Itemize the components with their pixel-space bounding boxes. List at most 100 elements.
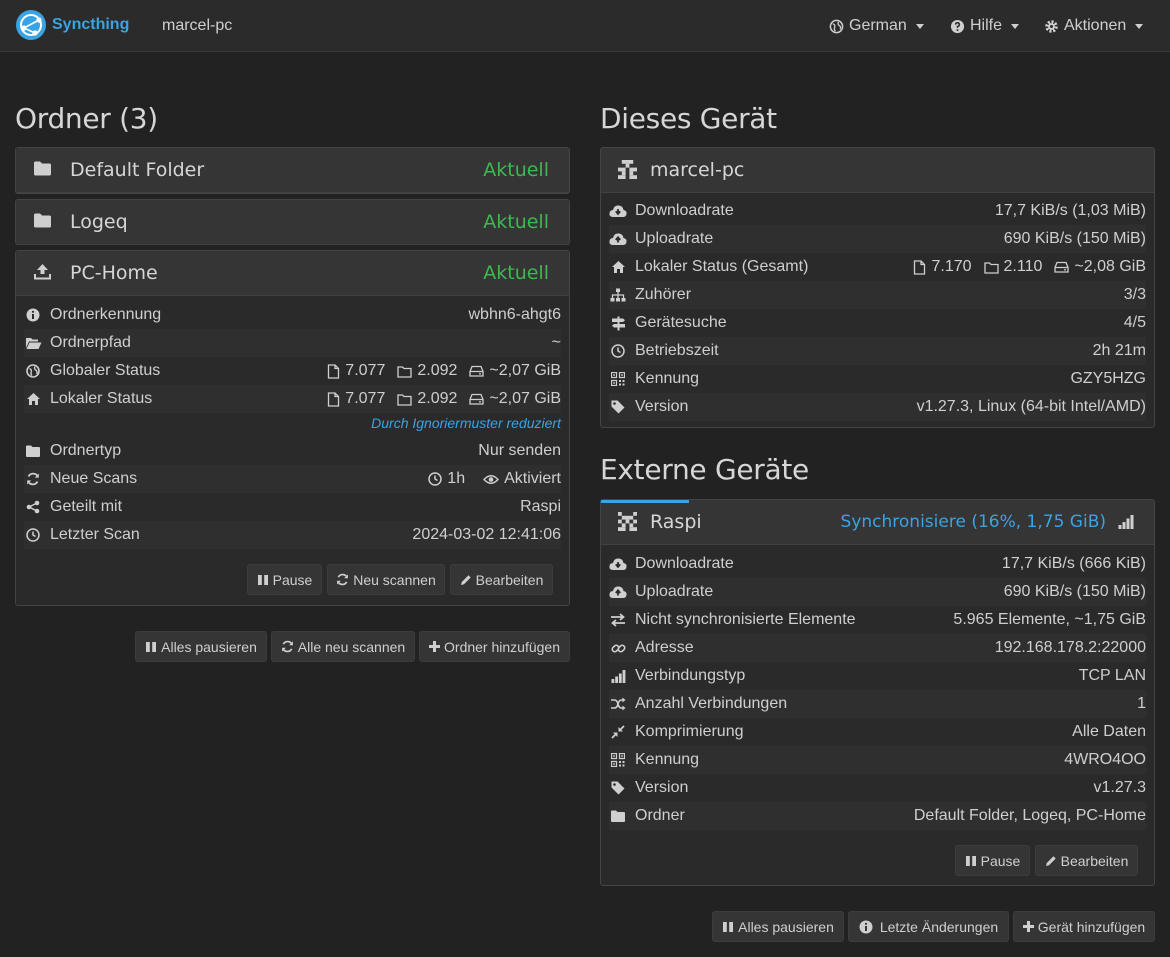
listeners-value[interactable]: 3/3 [1124,286,1146,304]
folder-pause-button[interactable]: Pause [247,564,322,595]
help-menu[interactable]: Hilfe [950,17,1020,35]
compress-icon [611,725,625,739]
local-state-row: Lokaler Status 7.077 2.092 ~2,07 GiB [24,385,561,413]
shared-with-row: Geteilt mit Raspi [24,493,561,521]
folder-type-label: Ordnertyp [50,442,122,459]
remote-upload-value: 690 KiB/s (150 MiB) [1003,583,1146,600]
clock-icon [26,528,40,542]
plus-icon [429,641,441,652]
remote-upload-label: Uploadrate [635,583,714,600]
upload-icon [34,264,51,280]
remote-folders-label: Ordner [635,807,685,824]
clock-icon [428,472,443,486]
remote-id-value[interactable]: 4WRO4OO [1064,751,1146,769]
upload-rate-value: 690 KiB/s (150 MiB) [1003,230,1146,247]
folder-icon [611,810,625,822]
this-device-panel: marcel-pc Downloadrate 17,7 KiB/s (1,03 … [600,147,1155,428]
folder-status: Aktuell [483,211,549,233]
pencil-icon [1045,855,1056,866]
folder-rescan-button[interactable]: Neu scannen [327,564,445,595]
plus-icon [1022,921,1034,932]
cloud-download-icon [609,205,627,217]
home-icon [611,261,625,273]
device-id-value[interactable]: GZY5HZG [1070,370,1146,388]
random-icon [611,697,626,711]
brand-name: Syncthing [52,16,130,33]
rescan-interval: 1h [447,470,466,487]
folder-id-label: Ordnerkennung [50,306,162,323]
folder-icon [34,213,51,228]
folder-id-value: wbhn6-ahgt6 [468,306,561,323]
device-edit-button[interactable]: Bearbeiten [1035,845,1138,876]
remote-device-header[interactable]: Raspi Synchronisiere (16%, 1,75 GiB) [601,500,1154,545]
rescan-row: Neue Scans 1h Aktiviert [24,465,561,493]
discovery-row: Gerätesuche 4/5 [609,309,1146,337]
folder-header[interactable]: Logeq Aktuell [16,200,569,245]
out-of-sync-row: Nicht synchronisierte Elemente 5.965 Ele… [609,606,1146,634]
this-device-header[interactable]: marcel-pc [601,148,1154,193]
folder-header[interactable]: Default Folder Aktuell [16,148,569,193]
folder-icon [26,445,40,457]
qrcode-icon [611,753,625,767]
out-of-sync-value[interactable]: 5.965 Elemente, ~1,75 GiB [953,611,1146,629]
actions-menu[interactable]: Aktionen [1044,17,1144,35]
pause-all-devices-button[interactable]: Alles pausieren [712,911,844,942]
total-files-count: 7.170 [931,258,972,275]
add-folder-label: Ordner hinzufügen [444,638,560,655]
navbar-hostname: marcel-pc [162,17,233,34]
brand-logo[interactable]: Syncthing [15,9,129,41]
remote-device-panel-raspi: Raspi Synchronisiere (16%, 1,75 GiB) Dow… [600,499,1155,886]
download-rate-label: Downloadrate [635,202,734,219]
recent-changes-label: Letzte Änderungen [879,918,999,935]
global-state-row: Globaler Status 7.077 2.092 ~2,07 GiB [24,357,561,385]
folder-status: Aktuell [483,159,549,181]
pause-icon [146,641,157,652]
add-device-button[interactable]: Gerät hinzufügen [1013,911,1155,942]
rescan-all-button[interactable]: Alle neu scannen [271,631,415,662]
link-icon [610,643,626,653]
connection-count-value: 1 [1137,695,1146,712]
local-size: ~2,07 GiB [489,390,561,407]
actions-label: Aktionen [1064,17,1127,34]
cloud-download-icon [609,558,627,570]
syncthing-logo-icon [16,10,46,40]
folder-status: Aktuell [483,262,549,284]
remote-version-value: v1.27.3 [1093,779,1146,796]
remote-download-value: 17,7 KiB/s (666 KiB) [1001,555,1146,572]
version-value: v1.27.3, Linux (64-bit Intel/AMD) [916,398,1146,415]
tag-icon [611,781,625,795]
folder-name: PC-Home [70,262,158,284]
help-label: Hilfe [970,17,1003,34]
listeners-label: Zuhörer [635,286,692,303]
info-circle-icon [26,308,40,322]
uptime-label: Betriebszeit [635,342,719,359]
remote-version-row: Version v1.27.3 [609,774,1146,802]
local-files-count: 7.077 [345,390,386,407]
this-device-name: marcel-pc [650,159,745,181]
folder-type-row: Ordnertyp Nur senden [24,437,561,465]
add-folder-button[interactable]: Ordner hinzufügen [419,631,570,662]
folder-header[interactable]: PC-Home Aktuell [16,251,569,296]
connection-type-label: Verbindungstyp [635,667,746,684]
folder-edit-button[interactable]: Bearbeiten [450,564,553,595]
global-state-label: Globaler Status [50,362,161,379]
ignore-pattern-note[interactable]: Durch Ignoriermuster reduziert [371,415,561,431]
chevron-down-icon [1135,23,1144,29]
folder-icon [34,161,51,176]
shared-with-value: Raspi [520,498,561,515]
discovery-value[interactable]: 4/5 [1124,314,1146,332]
chevron-down-icon [1011,23,1020,29]
refresh-icon [27,472,39,486]
local-total-row: Lokaler Status (Gesamt) 7.170 2.110 ~2,0… [609,253,1146,281]
pause-all-folders-button[interactable]: Alles pausieren [135,631,267,662]
folder-type-value: Nur senden [478,442,561,459]
remote-id-label: Kennung [635,751,700,768]
folder-panel-logeq[interactable]: Logeq Aktuell [15,199,570,245]
recent-changes-button[interactable]: Letzte Änderungen [848,911,1009,942]
signal-icon [611,669,625,683]
language-menu[interactable]: German [829,17,924,35]
device-pause-button[interactable]: Pause [955,845,1030,876]
remote-device-status: Synchronisiere (16%, 1,75 GiB) [840,512,1106,532]
folder-panel-default[interactable]: Default Folder Aktuell [15,147,570,194]
remote-download-row: Downloadrate 17,7 KiB/s (666 KiB) [609,550,1146,578]
